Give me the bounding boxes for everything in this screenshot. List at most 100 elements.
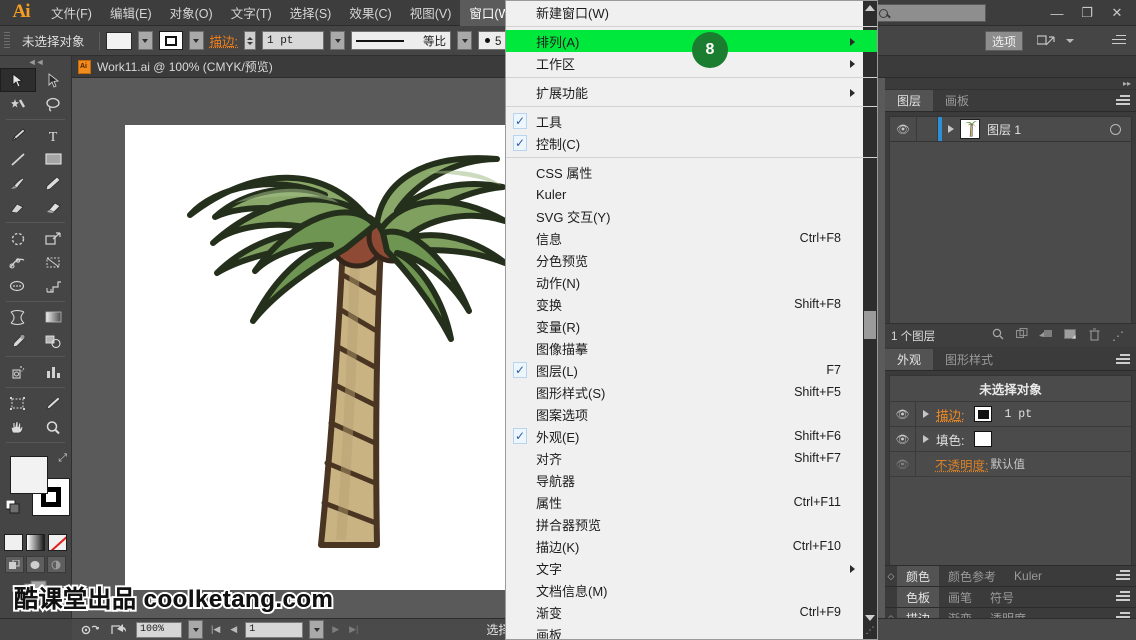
share-icon[interactable] bbox=[108, 622, 130, 637]
stroke-color-swatch[interactable] bbox=[158, 31, 183, 50]
tool-slice[interactable] bbox=[36, 391, 72, 415]
menu-item-17[interactable]: 变量(R) bbox=[506, 315, 877, 337]
draw-inside-button[interactable] bbox=[47, 556, 66, 573]
tool-rectangle[interactable] bbox=[36, 147, 72, 171]
menu-item-30[interactable]: 渐变 Ctrl+F9 bbox=[506, 601, 877, 623]
menu-item-7[interactable]: ✓ 工具 bbox=[506, 110, 877, 132]
tab-graphic-styles[interactable]: 图形样式 bbox=[933, 349, 1005, 370]
menu-item-19[interactable]: ✓ 图层(L) F7 bbox=[506, 359, 877, 381]
appearance-row-fill[interactable]: 👁 填色: bbox=[890, 427, 1131, 452]
tool-gradient[interactable] bbox=[36, 305, 72, 329]
options-button[interactable]: 选项 bbox=[984, 30, 1023, 51]
arrange-chevron-down-icon[interactable] bbox=[1066, 38, 1074, 43]
tab-layers[interactable]: 图层 bbox=[885, 90, 934, 111]
fill-visibility-icon[interactable]: 👁 bbox=[890, 427, 916, 451]
menu-item-26[interactable]: 拼合器预览 bbox=[506, 513, 877, 535]
arrange-objects-icon[interactable] bbox=[1036, 34, 1055, 48]
tab-appearance[interactable]: 外观 bbox=[885, 349, 934, 370]
menu-item-3[interactable]: 工作区 bbox=[506, 52, 877, 74]
appearance-stroke-label[interactable]: 描边: bbox=[936, 405, 964, 424]
tool-pencil[interactable] bbox=[36, 171, 72, 195]
panel-resize-grip[interactable]: ⋰ bbox=[1106, 329, 1130, 343]
layer-lock-cell[interactable] bbox=[916, 117, 938, 141]
tool-shape-builder[interactable] bbox=[0, 274, 36, 298]
palm-tree-artwork[interactable] bbox=[125, 125, 513, 590]
menu-item-14[interactable]: 分色预览 bbox=[506, 249, 877, 271]
tab-swatches[interactable]: 色板 bbox=[897, 587, 940, 607]
tool-hand[interactable] bbox=[0, 415, 36, 439]
menu-edit[interactable]: 编辑(E) bbox=[101, 0, 161, 26]
tab-artboards[interactable]: 画板 bbox=[933, 90, 981, 111]
gradient-fill-button[interactable] bbox=[26, 534, 45, 551]
appearance-stroke-swatch[interactable] bbox=[974, 406, 993, 422]
menu-item-31[interactable]: 画板 bbox=[506, 623, 877, 640]
minimize-button[interactable]: — bbox=[1042, 2, 1072, 24]
menu-item-24[interactable]: 导航器 bbox=[506, 469, 877, 491]
stroke-weight-stepper[interactable] bbox=[244, 31, 256, 50]
make-clipping-mask-icon[interactable] bbox=[1034, 328, 1058, 343]
stroke-weight-dropdown-button[interactable] bbox=[330, 31, 345, 50]
layer-visibility-icon[interactable]: 👁 bbox=[890, 123, 916, 136]
tab-brushes[interactable]: 画笔 bbox=[939, 587, 981, 607]
appearance-fill-label[interactable]: 填色: bbox=[936, 430, 964, 449]
menu-item-20[interactable]: 图形样式(S) Shift+F5 bbox=[506, 381, 877, 403]
menu-item-23[interactable]: 对齐 Shift+F7 bbox=[506, 447, 877, 469]
menu-item-27[interactable]: 描边(K) Ctrl+F10 bbox=[506, 535, 877, 557]
menu-item-18[interactable]: 图像描摹 bbox=[506, 337, 877, 359]
appearance-row-opacity[interactable]: 👁 不透明度: 默认值 bbox=[890, 452, 1131, 477]
menu-object[interactable]: 对象(O) bbox=[161, 0, 222, 26]
preferences-icon[interactable] bbox=[80, 622, 102, 637]
menu-item-22[interactable]: ✓ 外观(E) Shift+F6 bbox=[506, 425, 877, 447]
tool-scale[interactable] bbox=[36, 226, 72, 250]
appearance-stroke-value[interactable]: 1 pt bbox=[1004, 408, 1032, 421]
tool-paintbrush[interactable] bbox=[0, 171, 36, 195]
opacity-visibility-icon[interactable]: 👁 bbox=[890, 452, 916, 476]
tool-pen[interactable] bbox=[0, 123, 36, 147]
fill-dropdown-button[interactable] bbox=[137, 31, 153, 50]
search-input[interactable] bbox=[874, 4, 986, 22]
fill-color-swatch[interactable] bbox=[105, 31, 132, 50]
tool-selection[interactable] bbox=[0, 68, 36, 92]
menu-item-10[interactable]: CSS 属性 bbox=[506, 161, 877, 183]
new-layer-icon[interactable] bbox=[1058, 328, 1082, 343]
menu-item-15[interactable]: 动作(N) bbox=[506, 271, 877, 293]
first-page-button[interactable]: |◀ bbox=[209, 624, 222, 635]
tools-panel-handle[interactable]: ◄◄ bbox=[0, 56, 71, 68]
tool-column-graph[interactable] bbox=[36, 360, 72, 384]
stroke-profile-dropdown-button[interactable] bbox=[457, 31, 472, 50]
last-page-button[interactable]: ▶| bbox=[347, 624, 360, 635]
draw-behind-button[interactable] bbox=[26, 556, 45, 573]
tool-blend[interactable] bbox=[36, 329, 72, 353]
next-page-button[interactable]: ▶ bbox=[330, 624, 341, 635]
tool-line-segment[interactable] bbox=[0, 147, 36, 171]
tab-color-guide[interactable]: 颜色参考 bbox=[939, 566, 1005, 586]
color-fill-button[interactable] bbox=[4, 534, 23, 551]
menu-item-13[interactable]: 信息 Ctrl+F8 bbox=[506, 227, 877, 249]
dock-collapse-handle[interactable]: ▸▸ bbox=[885, 78, 1136, 90]
menu-file[interactable]: 文件(F) bbox=[42, 0, 101, 26]
tab-kuler[interactable]: Kuler bbox=[1005, 566, 1051, 586]
make-subset-icon[interactable] bbox=[1010, 327, 1034, 343]
previous-page-button[interactable]: ◀ bbox=[228, 624, 239, 635]
artboard[interactable] bbox=[125, 125, 513, 590]
menu-item-21[interactable]: 图案选项 bbox=[506, 403, 877, 425]
appearance-opacity-value[interactable]: 默认值 bbox=[990, 456, 1025, 472]
stroke-weight-input[interactable]: 1 pt bbox=[262, 31, 324, 50]
tool-zoom[interactable] bbox=[36, 415, 72, 439]
menu-type[interactable]: 文字(T) bbox=[222, 0, 281, 26]
fill-swatch-large[interactable] bbox=[10, 456, 48, 494]
zoom-level-input[interactable]: 100% bbox=[136, 621, 182, 638]
window-dropdown-menu[interactable]: 新建窗口(W) 排列(A) 8 工作区 扩展功能 ✓ 工具 ✓ 控制(C) CSS 属性 Kuler… bbox=[505, 0, 878, 640]
control-bar-grip[interactable] bbox=[4, 31, 10, 50]
menu-item-25[interactable]: 属性 Ctrl+F11 bbox=[506, 491, 877, 513]
tool-type[interactable]: T bbox=[36, 123, 72, 147]
default-fill-stroke-icon[interactable] bbox=[5, 499, 20, 514]
tool-eraser[interactable] bbox=[36, 195, 72, 219]
tool-magic-wand[interactable] bbox=[0, 92, 36, 116]
tool-lasso[interactable] bbox=[36, 92, 72, 116]
stroke-visibility-icon[interactable]: 👁 bbox=[890, 402, 916, 426]
swap-fill-stroke-icon[interactable]: ⤢ bbox=[58, 452, 67, 465]
stroke-profile-select[interactable]: 等比 bbox=[351, 31, 451, 50]
menu-item-8[interactable]: ✓ 控制(C) bbox=[506, 132, 877, 154]
menu-item-5[interactable]: 扩展功能 bbox=[506, 81, 877, 103]
